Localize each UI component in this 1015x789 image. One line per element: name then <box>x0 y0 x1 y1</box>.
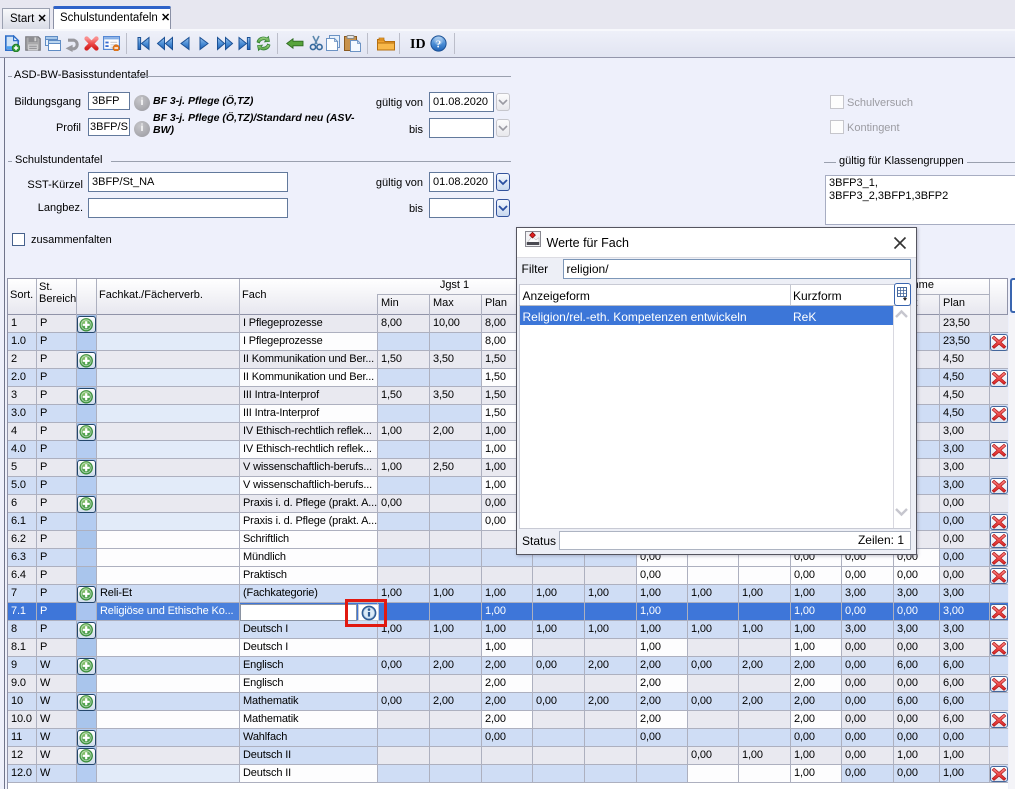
svg-text:?: ? <box>436 39 442 51</box>
